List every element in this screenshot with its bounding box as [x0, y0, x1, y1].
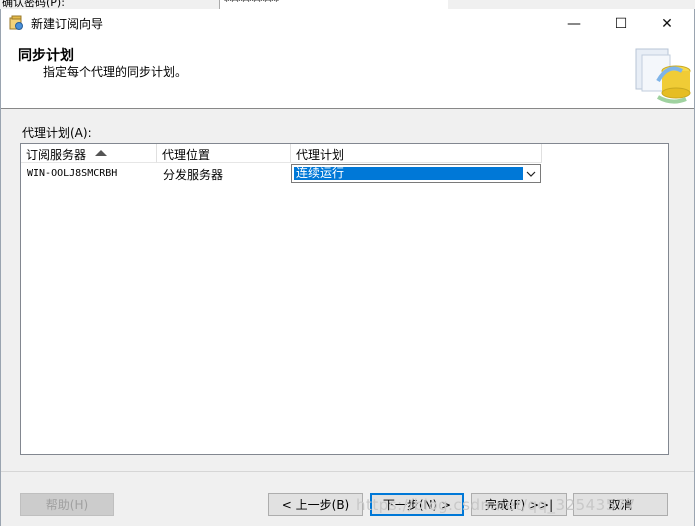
column-header-subscriber[interactable]: 订阅服务器	[21, 144, 157, 163]
app-wizard-icon	[8, 15, 24, 31]
wizard-database-graphic	[635, 48, 691, 104]
schedule-combobox[interactable]: 连续运行	[291, 164, 541, 183]
minimize-icon: —	[567, 15, 581, 32]
agent-schedule-grid[interactable]: 订阅服务器 代理位置 代理计划 WIN-OOLJ8SMCRBH 分发服务器 连续…	[20, 143, 669, 455]
window-title: 新建订阅向导	[31, 17, 104, 31]
column-header-location[interactable]: 代理位置	[157, 144, 291, 163]
chevron-down-icon[interactable]	[522, 165, 540, 182]
watermark: https://blog.csdn.net/qq_32543577	[356, 496, 636, 514]
page-subtitle: 指定每个代理的同步计划。	[43, 65, 188, 79]
grid-label: 代理计划(A):	[22, 126, 92, 140]
wizard-window: 新建订阅向导 — ☐ ✕ 同步计划 指定每个代理的同步计划。 代理计划(A): …	[0, 9, 695, 526]
subscriber-cell: WIN-OOLJ8SMCRBH	[27, 168, 118, 179]
background-window-label: 确认密码(P):	[2, 0, 65, 9]
background-window-strip: 确认密码(P): **********	[0, 0, 695, 9]
back-button[interactable]: < 上一步(B)	[268, 493, 363, 516]
column-header-schedule[interactable]: 代理计划	[291, 144, 542, 163]
table-row[interactable]: WIN-OOLJ8SMCRBH 分发服务器 连续运行	[21, 163, 542, 184]
column-header-label: 代理计划	[296, 148, 345, 162]
wizard-content: 代理计划(A): 订阅服务器 代理位置 代理计划 WIN-OOLJ8SMCRBH…	[1, 109, 694, 471]
column-header-label: 订阅服务器	[26, 148, 87, 162]
maximize-icon: ☐	[614, 15, 628, 32]
background-password-field: **********	[219, 0, 448, 9]
background-password-value: **********	[224, 0, 279, 8]
page-title: 同步计划	[18, 48, 74, 64]
title-bar: 新建订阅向导 — ☐ ✕	[1, 9, 694, 38]
maximize-button[interactable]: ☐	[598, 9, 644, 38]
location-cell: 分发服务器	[163, 168, 224, 182]
close-button[interactable]: ✕	[644, 9, 690, 38]
wizard-header: 同步计划 指定每个代理的同步计划。	[1, 38, 694, 109]
schedule-selected-value: 连续运行	[294, 167, 523, 180]
column-header-label: 代理位置	[162, 148, 211, 162]
minimize-button[interactable]: —	[551, 9, 597, 38]
help-button[interactable]: 帮助(H)	[20, 493, 114, 516]
sort-ascending-icon	[95, 150, 107, 156]
close-icon: ✕	[661, 15, 673, 32]
